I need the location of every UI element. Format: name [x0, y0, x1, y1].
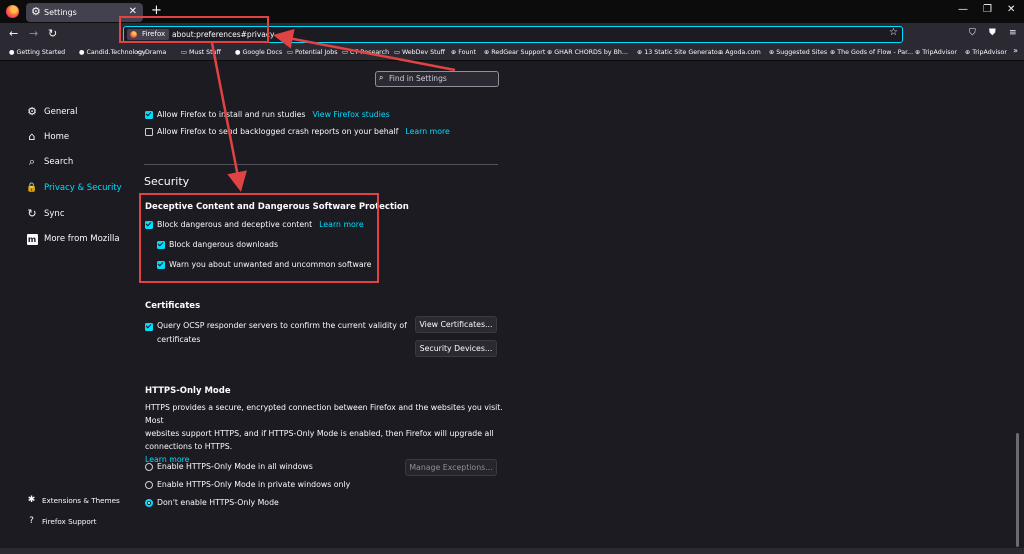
annotation-arrow-to-security — [210, 42, 247, 192]
taskbar — [0, 548, 1024, 554]
annotation-arrow-to-url — [273, 29, 456, 72]
annotation-arrows — [210, 29, 456, 192]
